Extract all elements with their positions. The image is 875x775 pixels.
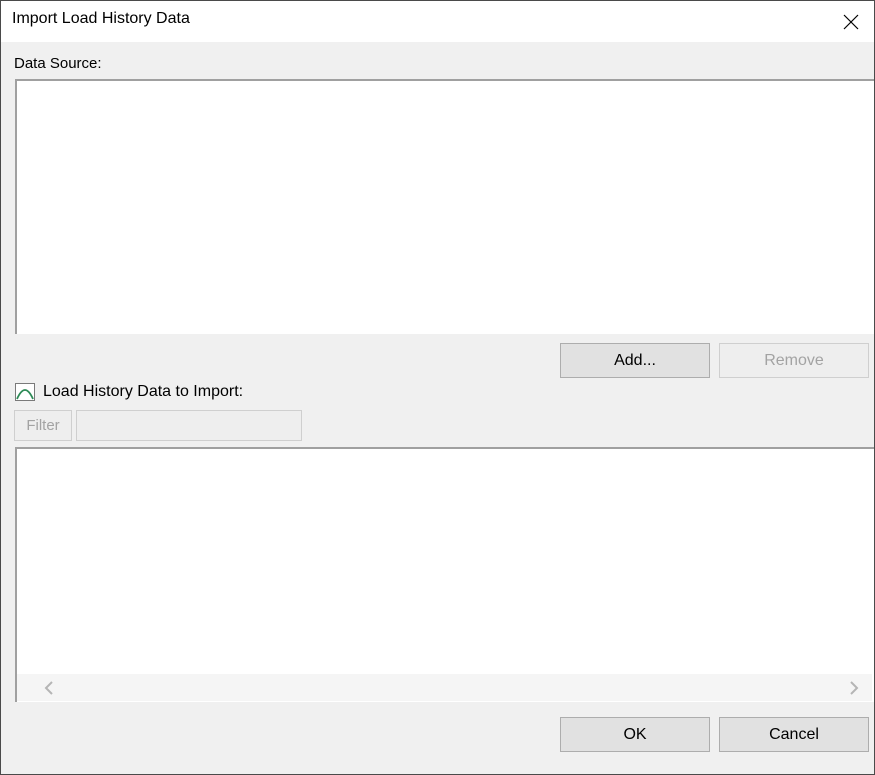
scroll-left-button[interactable] [34, 674, 64, 701]
remove-button[interactable]: Remove [719, 343, 869, 378]
import-load-history-dialog: Import Load History Data Data Source: Ad… [0, 0, 875, 775]
load-curve-icon [15, 383, 35, 401]
close-button[interactable] [828, 1, 874, 42]
scroll-right-button[interactable] [839, 674, 869, 701]
close-icon [843, 14, 859, 29]
horizontal-scrollbar[interactable] [17, 674, 872, 701]
chevron-right-icon [850, 680, 859, 695]
title-bar: Import Load History Data [1, 1, 874, 42]
chevron-left-icon [44, 680, 53, 695]
load-history-label: Load History Data to Import: [43, 383, 244, 400]
data-source-list[interactable] [15, 79, 874, 334]
data-source-label: Data Source: [14, 55, 102, 72]
filter-button[interactable]: Filter [14, 410, 72, 441]
window-title: Import Load History Data [12, 10, 190, 27]
load-history-list[interactable] [15, 447, 874, 702]
ok-button[interactable]: OK [560, 717, 710, 752]
add-button[interactable]: Add... [560, 343, 710, 378]
cancel-button[interactable]: Cancel [719, 717, 869, 752]
filter-input[interactable] [76, 410, 302, 441]
